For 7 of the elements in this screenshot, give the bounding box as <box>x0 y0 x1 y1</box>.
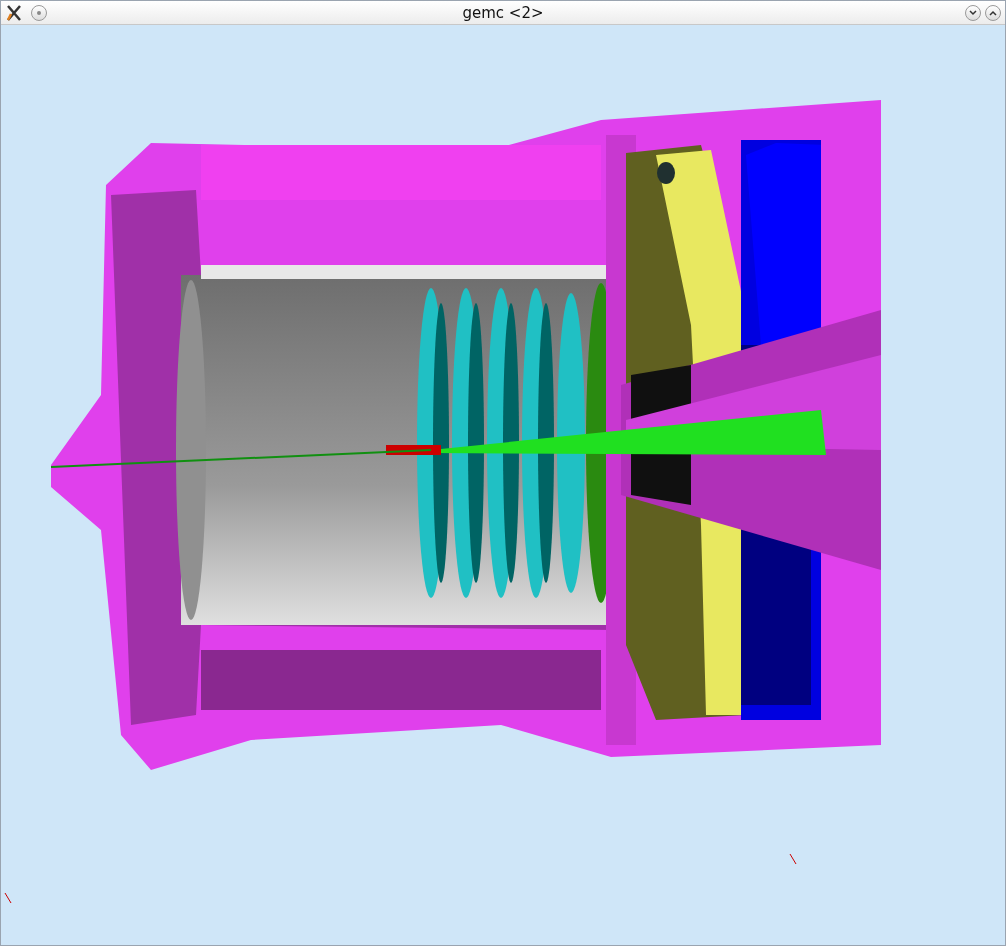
menu-button[interactable] <box>31 4 47 21</box>
window-title: gemc <2> <box>462 3 544 22</box>
maximize-button[interactable] <box>985 4 1001 21</box>
app-icon[interactable] <box>5 3 23 22</box>
minimize-button[interactable] <box>965 4 981 21</box>
chevron-down-icon <box>968 8 978 17</box>
chevron-up-icon <box>988 8 998 17</box>
